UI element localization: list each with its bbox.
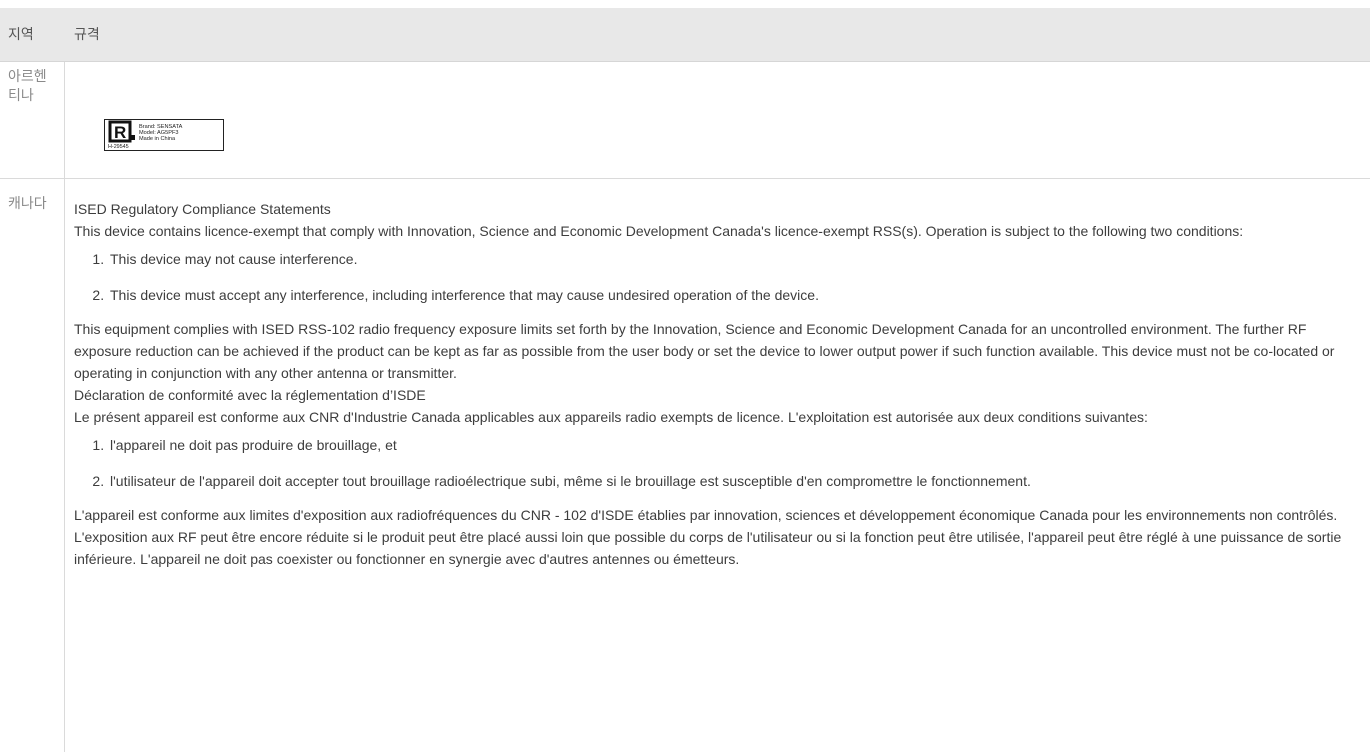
list-item: This device may not cause interference. (108, 248, 1354, 270)
fr-exposure: L'appareil est conforme aux limites d'ex… (74, 507, 1342, 567)
region-argentina: 아르헨티나 (8, 68, 47, 103)
header-spec: 규격 (74, 26, 100, 42)
ised-conditions-list: This device may not cause interference. … (74, 248, 1354, 306)
header-region: 지역 (8, 26, 34, 42)
table-header: 지역 규격 (0, 8, 1370, 62)
argentina-label-image: R Brand: SENSATA Model: AG5PF3 Made in C… (104, 119, 224, 156)
ised-title: ISED Regulatory Compliance Statements (74, 201, 331, 217)
label-code: H-29545 (108, 144, 129, 150)
ised-intro: This device contains licence-exempt that… (74, 223, 1244, 239)
label-made-in: Made in China (139, 136, 176, 142)
fr-conditions-list: l'appareil ne doit pas produire de broui… (74, 434, 1354, 492)
fr-title: Déclaration de conformité avec la réglem… (74, 387, 426, 403)
region-canada: 캐나다 (8, 195, 47, 211)
table-row-argentina: 아르헨티나 R Brand: SENSATA Model: AG5PF3 Mad… (0, 62, 1370, 179)
list-item: l'utilisateur de l'appareil doit accepte… (108, 470, 1354, 492)
fr-intro: Le présent appareil est conforme aux CNR… (74, 409, 1148, 425)
ised-exposure: This equipment complies with ISED RSS-10… (74, 321, 1335, 381)
list-item: This device must accept any interference… (108, 284, 1354, 306)
r-mark-label-icon: R Brand: SENSATA Model: AG5PF3 Made in C… (104, 119, 224, 151)
label-mark: R (114, 123, 126, 142)
canada-spec: ISED Regulatory Compliance Statements Th… (74, 198, 1354, 570)
list-item: l'appareil ne doit pas produire de broui… (108, 434, 1354, 456)
table-row-canada: 캐나다 ISED Regulatory Compliance Statement… (0, 180, 1370, 750)
